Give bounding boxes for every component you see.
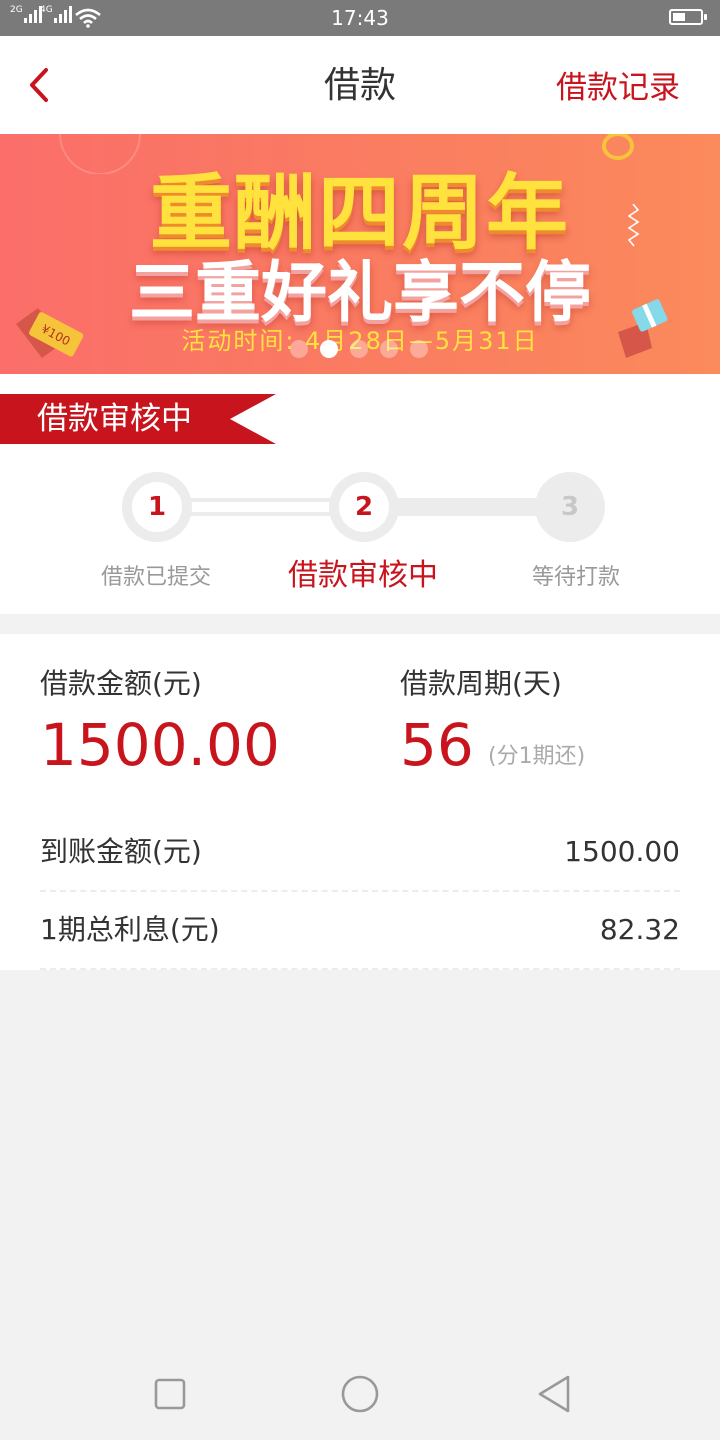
- loan-term-value: 56: [400, 711, 474, 779]
- status-bar: 2G 4G 17:43: [0, 0, 720, 36]
- review-badge-label: 借款审核中: [37, 401, 192, 437]
- review-status-section: 借款审核中 1 2 3 借款已提交 借款审核中 等待打款: [0, 374, 720, 614]
- step-2-label: 借款审核中: [288, 558, 438, 593]
- gift-icon: [618, 299, 668, 358]
- carousel-dot[interactable]: [410, 340, 428, 358]
- recents-button[interactable]: [148, 1372, 192, 1416]
- interest-label: 1期总利息(元): [40, 913, 220, 946]
- circle-home-icon: [341, 1375, 379, 1413]
- step-1-label: 借款已提交: [100, 565, 211, 590]
- square-recents-icon: [154, 1378, 186, 1410]
- received-amount-value: 1500.00: [564, 835, 680, 868]
- promo-banner[interactable]: 重酬四周年 三重好礼享不停 活动时间: 4月28日—5月31日 ¥100: [0, 134, 720, 374]
- loan-amount-label: 借款金额(元): [40, 667, 202, 700]
- squiggle-icon: [627, 204, 640, 247]
- review-badge: 借款审核中: [0, 394, 276, 444]
- loan-term-note: (分1期还): [488, 744, 586, 769]
- ring-icon: [602, 134, 634, 160]
- interest-value: 82.32: [599, 913, 680, 946]
- back-button[interactable]: [24, 64, 58, 106]
- step-1-number: 1: [132, 482, 182, 532]
- system-nav-bar: [0, 1344, 720, 1440]
- loan-term-label: 借款周期(天): [400, 667, 562, 700]
- chevron-left-icon: [30, 68, 48, 102]
- loan-records-link[interactable]: 借款记录: [556, 67, 680, 109]
- received-amount-label: 到账金额(元): [40, 835, 202, 868]
- step-2-number: 2: [339, 482, 389, 532]
- carousel-dot[interactable]: [320, 340, 338, 358]
- battery-icon: [669, 9, 707, 25]
- loan-amount-value: 1500.00: [40, 711, 280, 779]
- back-nav-button[interactable]: [532, 1372, 576, 1416]
- coupon-ticket-icon: ¥100: [16, 308, 84, 358]
- carousel-dot[interactable]: [380, 340, 398, 358]
- triangle-back-icon: [538, 1375, 570, 1413]
- home-button[interactable]: [338, 1372, 382, 1416]
- carousel-dot[interactable]: [290, 340, 308, 358]
- detail-row-received: 到账金额(元) 1500.00: [40, 814, 680, 892]
- carousel-indicator[interactable]: [290, 340, 440, 358]
- carousel-dot[interactable]: [350, 340, 368, 358]
- loan-details-card: 借款金额(元) 1500.00 借款周期(天) 56 (分1期还) 到账金额(元…: [0, 634, 720, 970]
- step-3-number: 3: [560, 492, 580, 522]
- status-time: 17:43: [331, 6, 389, 30]
- step-1: 1: [122, 472, 192, 542]
- top-navigation: 借款 借款记录: [0, 36, 720, 134]
- step-3: 3: [535, 472, 605, 542]
- banner-headline-1: 重酬四周年: [149, 166, 570, 261]
- step-2: 2: [329, 472, 399, 542]
- step-3-label: 等待打款: [531, 565, 620, 590]
- detail-row-interest: 1期总利息(元) 82.32: [40, 892, 680, 970]
